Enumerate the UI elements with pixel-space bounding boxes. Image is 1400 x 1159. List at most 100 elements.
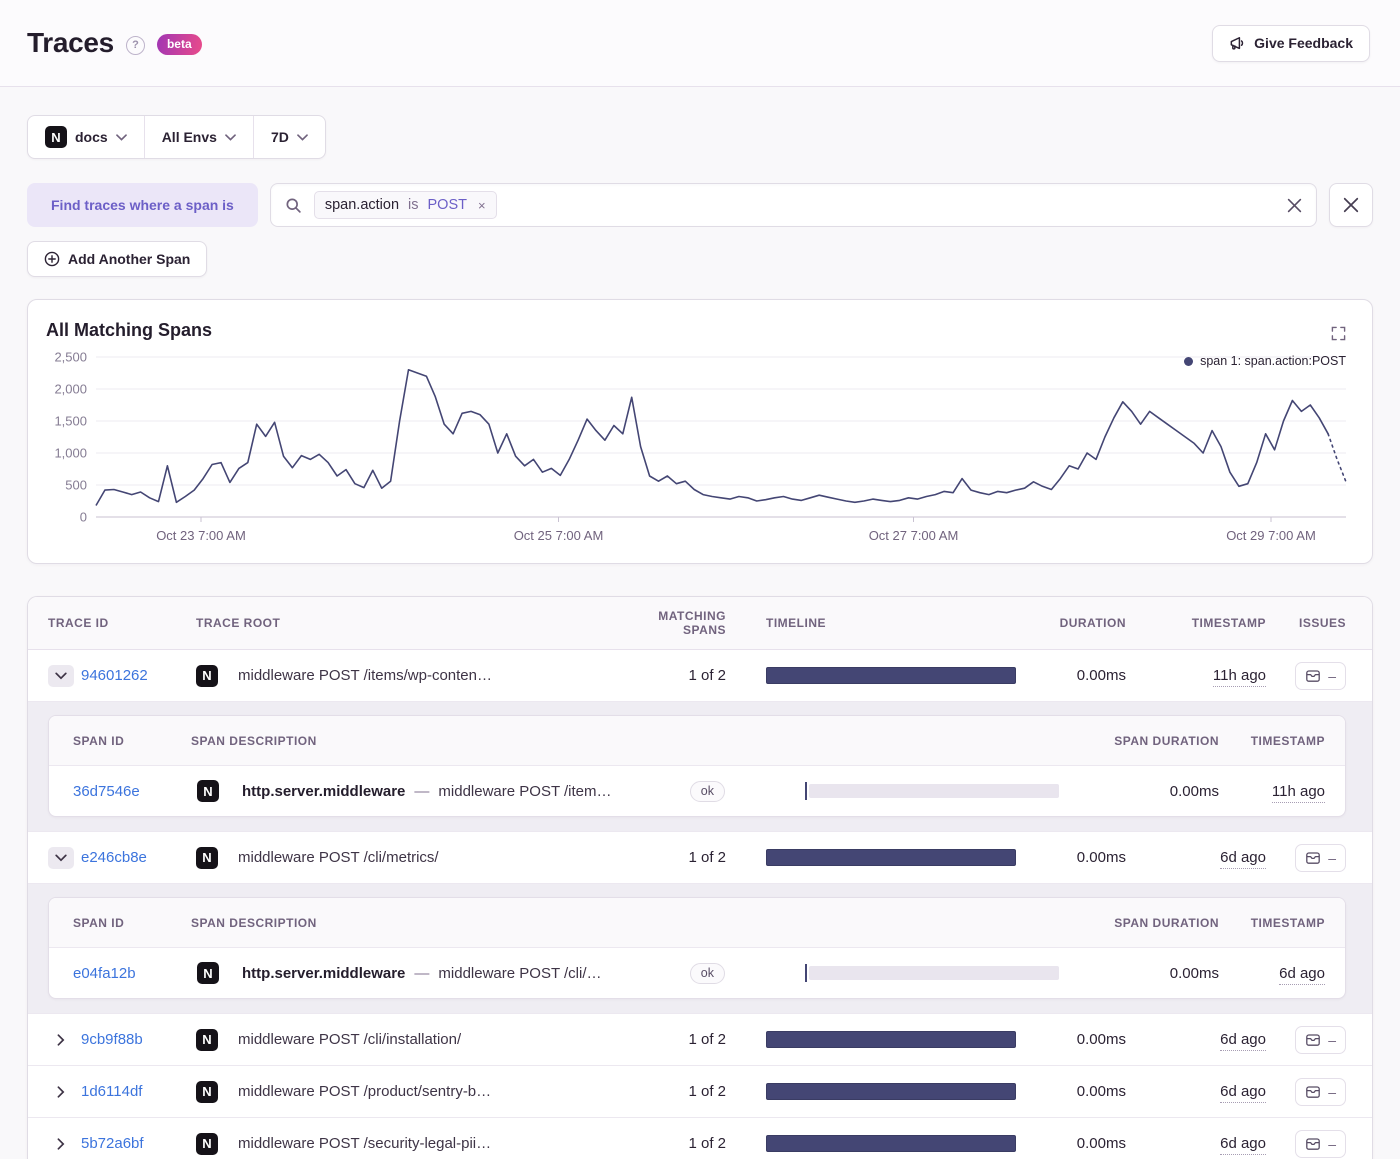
span-row[interactable]: 36d7546e N http.server.middleware — midd… bbox=[49, 766, 1345, 816]
page-title: Traces bbox=[27, 27, 114, 58]
token-remove-icon[interactable]: × bbox=[478, 198, 486, 213]
spans-sub-table: SPAN ID SPAN DESCRIPTION SPAN DURATION T… bbox=[48, 897, 1346, 999]
expanded-spans-section: SPAN ID SPAN DESCRIPTION SPAN DURATION T… bbox=[28, 702, 1372, 832]
page-filter-bar: N docs All Envs 7D bbox=[27, 115, 326, 159]
timeline-bar[interactable] bbox=[766, 849, 1016, 866]
col-matching-spans: MATCHING SPANS bbox=[658, 609, 726, 637]
issues-button[interactable]: – bbox=[1295, 843, 1346, 872]
span-row[interactable]: e04fa12b N http.server.middleware — midd… bbox=[49, 948, 1345, 998]
trace-id-link[interactable]: 1d6114df bbox=[81, 1083, 142, 1100]
expand-toggle[interactable] bbox=[48, 1029, 74, 1051]
issues-empty-dash: – bbox=[1328, 1135, 1336, 1152]
plus-circle-icon bbox=[44, 251, 60, 267]
issue-box-icon bbox=[1306, 1085, 1321, 1098]
help-icon[interactable]: ? bbox=[125, 35, 145, 55]
legend-dot bbox=[1184, 356, 1194, 366]
expanded-spans-section: SPAN ID SPAN DESCRIPTION SPAN DURATION T… bbox=[28, 884, 1372, 1014]
trace-root-label: middleware POST /product/sentry-b… bbox=[238, 1083, 492, 1100]
timestamp-link[interactable]: 6d ago bbox=[1220, 1031, 1266, 1051]
svg-text:2,000: 2,000 bbox=[54, 382, 87, 397]
description-separator: — bbox=[414, 964, 430, 982]
svg-text:2,500: 2,500 bbox=[54, 350, 87, 365]
remove-span-query-button[interactable] bbox=[1329, 183, 1373, 227]
trace-id-link[interactable]: 94601262 bbox=[81, 667, 148, 684]
span-timestamp-link[interactable]: 11h ago bbox=[1271, 782, 1325, 803]
timestamp-link[interactable]: 6d ago bbox=[1220, 1083, 1266, 1103]
svg-text:1,500: 1,500 bbox=[54, 414, 87, 429]
span-description: middleware POST /item… bbox=[438, 782, 612, 800]
issues-button[interactable]: – bbox=[1295, 1077, 1346, 1106]
issue-box-icon bbox=[1306, 669, 1321, 682]
trace-row[interactable]: 94601262 N middleware POST /items/wp-con… bbox=[28, 650, 1372, 702]
span-timeline-bar[interactable] bbox=[805, 782, 1059, 800]
span-status-badge: ok bbox=[689, 780, 725, 802]
megaphone-icon bbox=[1230, 36, 1244, 50]
trace-root-label: middleware POST /items/wp-conten… bbox=[238, 667, 492, 684]
chart-title: All Matching Spans bbox=[46, 320, 213, 340]
trace-duration: 0.00ms bbox=[1076, 667, 1126, 684]
timestamp-link[interactable]: 6d ago bbox=[1220, 1135, 1266, 1155]
timeline-bar[interactable] bbox=[766, 667, 1016, 684]
spans-time-series-chart[interactable]: 0 500 1,000 1,500 2,000 2,500 Oct 23 7:00 AM Oc… bbox=[46, 347, 1351, 547]
date-range-filter[interactable]: 7D bbox=[252, 116, 325, 158]
expand-toggle[interactable] bbox=[48, 1133, 74, 1155]
issues-button[interactable]: – bbox=[1295, 661, 1346, 690]
trace-root-label: middleware POST /cli/metrics/ bbox=[238, 849, 439, 866]
project-filter[interactable]: N docs bbox=[28, 116, 144, 158]
svg-text:0: 0 bbox=[80, 510, 87, 525]
trace-id-link[interactable]: 9cb9f88b bbox=[81, 1031, 143, 1048]
trace-id-link[interactable]: e246cb8e bbox=[81, 849, 147, 866]
timestamp-link[interactable]: 11h ago bbox=[1212, 667, 1266, 687]
chevron-down-icon bbox=[296, 134, 308, 141]
issue-box-icon bbox=[1306, 851, 1321, 864]
chevron-down-icon bbox=[55, 854, 67, 861]
add-another-span-button[interactable]: Add Another Span bbox=[27, 241, 208, 277]
expand-toggle[interactable] bbox=[48, 1081, 74, 1103]
trace-row[interactable]: 5b72a6bf N middleware POST /security-leg… bbox=[28, 1118, 1372, 1159]
chevron-down-icon bbox=[55, 672, 67, 679]
issue-box-icon bbox=[1306, 1033, 1321, 1046]
timeline-bar[interactable] bbox=[766, 1135, 1016, 1152]
col-span-id: SPAN ID bbox=[73, 915, 125, 930]
nextjs-project-icon: N bbox=[45, 126, 67, 148]
span-search-input[interactable]: span.action is POST × bbox=[269, 183, 1317, 227]
matching-spans-count: 1 of 2 bbox=[688, 1031, 726, 1048]
span-id-link[interactable]: e04fa12b bbox=[73, 965, 191, 982]
timeline-bar[interactable] bbox=[766, 1083, 1016, 1100]
timestamp-link[interactable]: 6d ago bbox=[1220, 849, 1266, 869]
fullscreen-icon[interactable] bbox=[1331, 326, 1346, 341]
search-filter-token[interactable]: span.action is POST × bbox=[313, 191, 497, 219]
matching-spans-count: 1 of 2 bbox=[688, 849, 726, 866]
span-timestamp-link[interactable]: 6d ago bbox=[1279, 964, 1325, 985]
span-timeline-bar[interactable] bbox=[805, 964, 1059, 982]
col-timestamp: TIMESTAMP bbox=[1191, 616, 1266, 630]
col-issues: ISSUES bbox=[1298, 616, 1346, 630]
give-feedback-button[interactable]: Give Feedback bbox=[1212, 24, 1370, 62]
chevron-down-icon bbox=[115, 134, 127, 141]
issues-button[interactable]: – bbox=[1295, 1025, 1346, 1054]
trace-row[interactable]: 1d6114df N middleware POST /product/sent… bbox=[28, 1066, 1372, 1118]
col-span-id: SPAN ID bbox=[73, 733, 125, 748]
chart-legend[interactable]: span 1: span.action:POST bbox=[1184, 354, 1346, 368]
issues-empty-dash: – bbox=[1328, 1031, 1336, 1048]
svg-text:1,000: 1,000 bbox=[54, 446, 87, 461]
trace-row[interactable]: e246cb8e N middleware POST /cli/metrics/… bbox=[28, 832, 1372, 884]
span-id-link[interactable]: 36d7546e bbox=[73, 783, 191, 800]
trace-root-label: middleware POST /cli/installation/ bbox=[238, 1031, 462, 1048]
col-span-timestamp: TIMESTAMP bbox=[1250, 915, 1325, 930]
top-bar: Traces ? beta Give Feedback bbox=[0, 0, 1400, 87]
issues-button[interactable]: – bbox=[1295, 1129, 1346, 1158]
expand-toggle[interactable] bbox=[48, 664, 74, 687]
trace-id-link[interactable]: 5b72a6bf bbox=[81, 1135, 144, 1152]
trace-row[interactable]: 9cb9f88b N middleware POST /cli/installa… bbox=[28, 1014, 1372, 1066]
svg-text:Oct 23 7:00 AM: Oct 23 7:00 AM bbox=[156, 528, 246, 543]
spans-sub-table-header: SPAN ID SPAN DESCRIPTION SPAN DURATION T… bbox=[49, 898, 1345, 948]
expand-toggle[interactable] bbox=[48, 846, 74, 869]
col-timeline: TIMELINE bbox=[766, 616, 826, 630]
nextjs-project-icon: N bbox=[197, 962, 219, 984]
timeline-bar[interactable] bbox=[766, 1031, 1016, 1048]
environment-filter[interactable]: All Envs bbox=[143, 116, 253, 158]
clear-search-icon[interactable] bbox=[1287, 198, 1302, 213]
col-span-duration: SPAN DURATION bbox=[1114, 733, 1219, 748]
col-duration: DURATION bbox=[1059, 616, 1126, 630]
